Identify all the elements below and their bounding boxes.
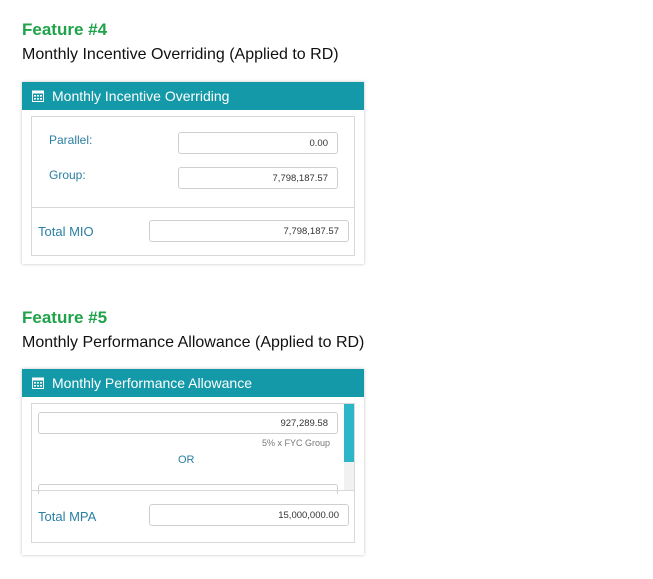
calendar-icon (32, 377, 44, 389)
mpa-divider (32, 490, 354, 491)
mpa-panel-body: 927,289.58 5% x FYC Group OR Total MPA 1… (31, 403, 355, 543)
mpa-first-hint: 5% x FYC Group (262, 438, 331, 448)
feature-4-heading: Feature #4 (22, 20, 108, 39)
total-mio-label: Total MIO (38, 224, 94, 239)
group-label: Group: (49, 168, 86, 182)
parallel-field[interactable]: 0.00 (178, 132, 338, 154)
mio-panel-title: Monthly Incentive Overriding (52, 88, 230, 104)
parallel-label: Parallel: (49, 133, 93, 147)
total-mpa-field[interactable]: 15,000,000.00 (149, 504, 349, 526)
mio-panel-header: Monthly Incentive Overriding (22, 82, 364, 110)
mpa-panel-header: Monthly Performance Allowance (22, 369, 364, 397)
total-mio-field[interactable]: 7,798,187.57 (149, 220, 349, 242)
mpa-first-field[interactable]: 927,289.58 (38, 412, 338, 434)
feature-4-description: Monthly Incentive Overriding (Applied to… (22, 46, 339, 63)
mio-divider (32, 207, 354, 208)
mpa-second-field-partial[interactable] (38, 484, 338, 494)
or-text: OR (178, 454, 195, 466)
feature-5-heading: Feature #5 (22, 308, 108, 327)
mio-panel-body: Parallel: 0.00 Group: 7,798,187.57 Total… (31, 116, 355, 256)
mpa-scrollbar[interactable] (344, 404, 354, 491)
mio-panel: Monthly Incentive Overriding Parallel: 0… (22, 82, 364, 264)
group-field[interactable]: 7,798,187.57 (178, 167, 338, 189)
mpa-panel: Monthly Performance Allowance 927,289.58… (22, 369, 364, 555)
mpa-panel-title: Monthly Performance Allowance (52, 375, 252, 391)
total-mpa-label: Total MPA (38, 509, 97, 524)
feature-5-description: Monthly Performance Allowance (Applied t… (22, 334, 365, 351)
mpa-scrollbar-thumb[interactable] (344, 404, 354, 462)
calendar-icon (32, 90, 44, 102)
